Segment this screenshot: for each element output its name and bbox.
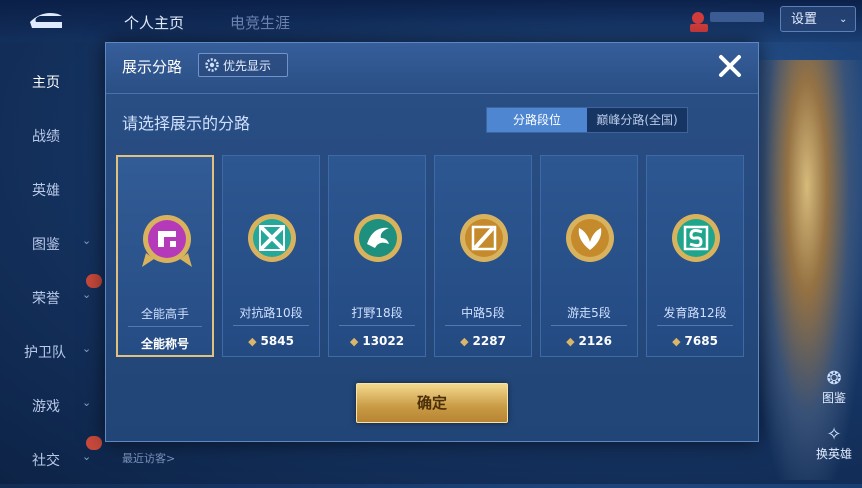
roam-emblem-icon <box>566 214 614 262</box>
card-divider <box>128 326 202 327</box>
farm-lane-emblem-icon <box>672 214 720 262</box>
mid-lane-emblem-icon <box>460 214 508 262</box>
sidebar-item-record[interactable]: 战绩 <box>0 110 100 164</box>
tab-lane-rank[interactable]: 分路段位 <box>487 108 587 132</box>
close-icon[interactable] <box>715 51 745 81</box>
rank-mark-icon: ◆ <box>248 335 257 348</box>
card-divider <box>657 325 733 326</box>
priority-display-button[interactable]: 优先显示 <box>198 53 288 77</box>
lane-score-value: 5845 <box>260 334 294 348</box>
dialog-header: 展示分路 优先显示 <box>106 43 758 94</box>
chevron-down-icon: ⌄ <box>839 14 848 25</box>
card-divider <box>551 325 627 326</box>
sidebar-item-label: 社交 <box>32 453 60 469</box>
lane-name: 对抗路10段 <box>239 306 303 320</box>
compass-icon: ❂ <box>826 368 842 389</box>
lane-card-roam[interactable]: 游走5段 ◆ 2126 <box>540 155 638 357</box>
sidebar-item-guard[interactable]: 护卫队 ⌄ <box>0 326 100 380</box>
recent-visitors-link[interactable]: 最近访客> <box>122 450 175 466</box>
lane-score-value: 13022 <box>362 334 405 348</box>
hero-swap-icon: ✧ <box>826 424 842 445</box>
sidebar-item-label: 荣誉 <box>32 291 60 307</box>
top-bar: 个人主页 电竞生涯 设置 ⌄ <box>0 0 862 42</box>
sidebar: 主页 战绩 英雄 图鉴 ⌄ 荣誉 ⌄ 护卫队 ⌄ 游戏 ⌄ 社交 ⌄ <box>0 56 102 488</box>
sidebar-item-home[interactable]: 主页 <box>0 56 100 110</box>
lane-segment-control: 分路段位 巅峰分路(全国) <box>486 107 688 133</box>
chevron-down-icon: ⌄ <box>82 450 92 463</box>
gear-icon <box>205 58 219 72</box>
back-icon[interactable] <box>22 8 66 36</box>
chevron-down-icon: ⌄ <box>82 342 92 355</box>
card-divider <box>233 325 309 326</box>
change-hero-label: 换英雄 <box>815 447 852 461</box>
sidebar-item-label: 护卫队 <box>24 345 66 361</box>
settings-label: 设置 <box>791 12 818 27</box>
clash-lane-emblem-icon <box>248 214 296 262</box>
lane-card-jungle[interactable]: 打野18段 ◆ 13022 <box>328 155 426 357</box>
sidebar-item-label: 游戏 <box>32 399 60 415</box>
allround-emblem-icon <box>142 215 192 267</box>
hero-portrait <box>752 60 862 480</box>
rank-mark-icon: ◆ <box>566 335 575 348</box>
sidebar-item-honor[interactable]: 荣誉 ⌄ <box>0 272 102 326</box>
chevron-down-icon: ⌄ <box>82 396 92 409</box>
lane-name: 发育路12段 <box>663 306 727 320</box>
vip-icon <box>690 12 764 32</box>
dialog-subtitle: 请选择展示的分路 <box>122 114 251 133</box>
lane-name: 打野18段 <box>351 306 403 320</box>
lane-card-mid[interactable]: 中路5段 ◆ 2287 <box>434 155 532 357</box>
atlas-side-label: 图鉴 <box>821 391 846 405</box>
sidebar-item-label: 图鉴 <box>32 237 60 253</box>
lane-card-allround[interactable]: 全能高手 全能称号 <box>116 155 214 357</box>
tab-esports-career[interactable]: 电竞生涯 <box>230 12 290 33</box>
sidebar-item-label: 战绩 <box>32 129 60 145</box>
new-badge-icon <box>86 274 102 288</box>
lane-card-clash[interactable]: 对抗路10段 ◆ 5845 <box>222 155 320 357</box>
sidebar-item-label: 主页 <box>32 75 60 91</box>
rank-mark-icon: ◆ <box>460 335 469 348</box>
sidebar-item-atlas[interactable]: 图鉴 ⌄ <box>0 218 100 272</box>
tab-peak-lane[interactable]: 巅峰分路(全国) <box>587 108 687 132</box>
tab-personal-home[interactable]: 个人主页 <box>124 12 184 33</box>
lane-score-value: 2126 <box>578 334 612 348</box>
lane-score-value: 7685 <box>684 334 718 348</box>
jungle-emblem-icon <box>354 214 402 262</box>
lane-score: ◆ 7685 <box>647 334 743 348</box>
rank-mark-icon: ◆ <box>672 335 681 348</box>
lane-score: ◆ 2287 <box>435 334 531 348</box>
dialog-title: 展示分路 <box>122 58 183 76</box>
lane-score: ◆ 5845 <box>223 334 319 348</box>
settings-button[interactable]: 设置 ⌄ <box>780 6 856 32</box>
lane-display-dialog: 展示分路 优先显示 请选择展示的分路 分路段位 巅峰分路(全国) 全能高手 全能… <box>105 42 759 442</box>
change-hero-button[interactable]: ✧ 换英雄 <box>805 424 862 462</box>
card-divider <box>445 325 521 326</box>
priority-display-label: 优先显示 <box>223 59 272 73</box>
confirm-button[interactable]: 确定 <box>356 383 508 423</box>
card-divider <box>339 325 415 326</box>
lane-name: 中路5段 <box>461 306 505 320</box>
lane-score: ◆ 2126 <box>541 334 637 348</box>
lane-name: 全能高手 <box>140 307 189 321</box>
lane-title-badge: 全能称号 <box>140 337 189 351</box>
sidebar-item-label: 英雄 <box>32 183 60 199</box>
sidebar-item-hero[interactable]: 英雄 <box>0 164 100 218</box>
lane-card-farm[interactable]: 发育路12段 ◆ 7685 <box>646 155 744 357</box>
chevron-down-icon: ⌄ <box>82 288 92 301</box>
lane-score: ◆ 13022 <box>329 334 425 348</box>
lane-name: 游走5段 <box>567 306 611 320</box>
chevron-down-icon: ⌄ <box>82 234 92 247</box>
sidebar-item-social[interactable]: 社交 ⌄ <box>0 434 102 488</box>
new-badge-icon <box>86 436 102 450</box>
lane-score-value: 2287 <box>472 334 506 348</box>
rank-mark-icon: ◆ <box>349 335 359 348</box>
sidebar-item-game[interactable]: 游戏 ⌄ <box>0 380 100 434</box>
atlas-side-button[interactable]: ❂ 图鉴 <box>805 368 862 406</box>
